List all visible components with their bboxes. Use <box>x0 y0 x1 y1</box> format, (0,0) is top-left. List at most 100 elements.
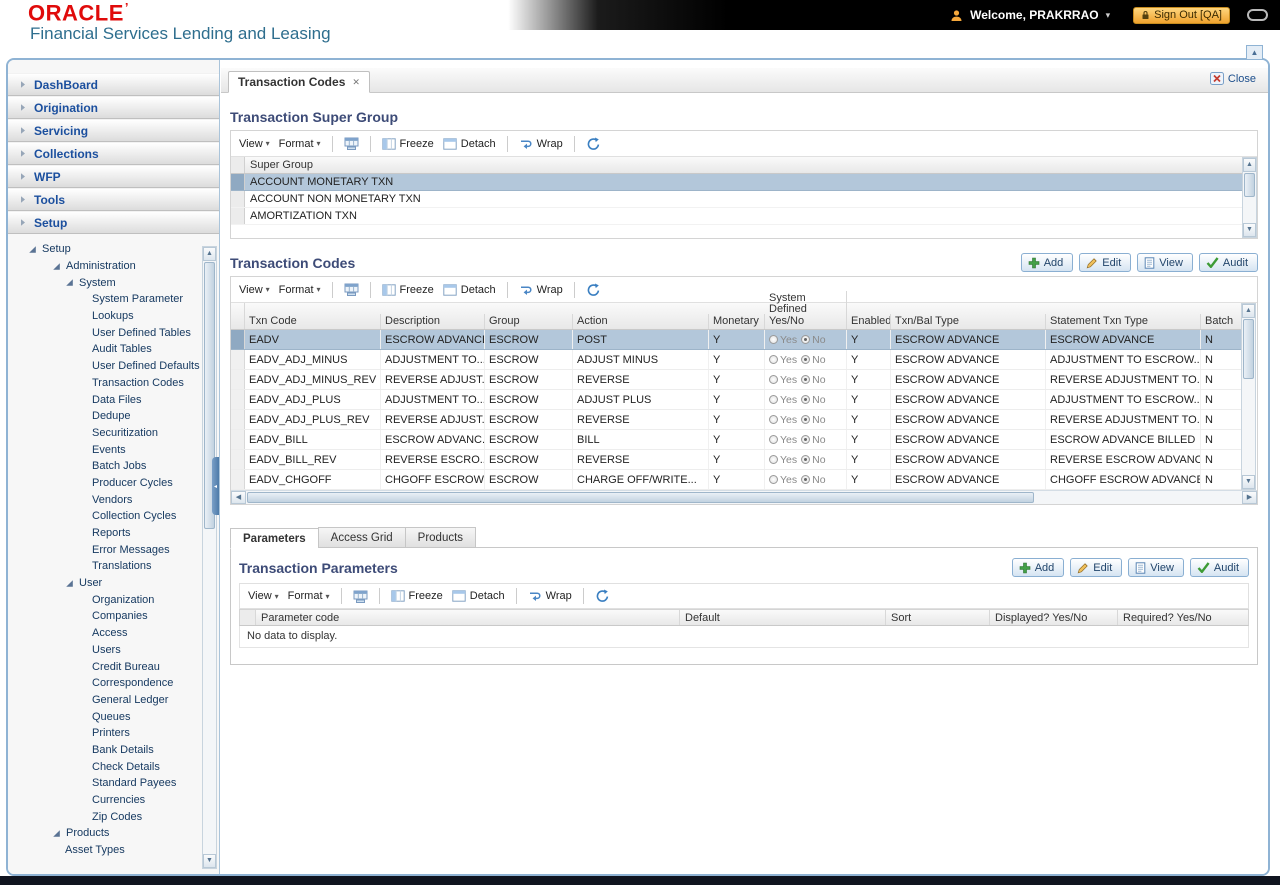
codes-row-eadv-adj-minus[interactable]: EADV_ADJ_MINUS ADJUSTMENT TO... ESCROW ADJU… <box>231 350 1241 370</box>
tab-access-grid[interactable]: Access Grid <box>317 527 405 548</box>
system-defined-no-radio[interactable] <box>801 355 811 364</box>
refresh-button[interactable] <box>595 589 610 603</box>
codes-row-eadv-adj-plus[interactable]: EADV_ADJ_PLUS ADJUSTMENT TO... ESCROW ADJUS… <box>231 390 1241 410</box>
system-defined-yes-radio[interactable] <box>769 475 778 484</box>
params-audit-button[interactable]: Audit <box>1189 558 1249 577</box>
tree-item-lookups[interactable]: Lookups <box>8 308 219 325</box>
tree-item-data-files[interactable]: Data Files <box>8 391 219 408</box>
tree-item-system[interactable]: System <box>8 274 219 291</box>
scroll-track[interactable] <box>1243 172 1256 223</box>
tree-item-setup[interactable]: Setup <box>8 241 219 258</box>
tree-item-asset-types[interactable]: Asset Types <box>8 842 219 859</box>
tree-item-standard-payees[interactable]: Standard Payees <box>8 775 219 792</box>
system-defined-yes-radio[interactable] <box>769 415 778 424</box>
row-selector[interactable] <box>231 390 245 409</box>
row-selector[interactable] <box>231 430 245 449</box>
refresh-button[interactable] <box>586 137 601 151</box>
tab-products[interactable]: Products <box>404 527 477 548</box>
row-selector[interactable] <box>231 470 245 489</box>
codes-row-eadv[interactable]: EADV ESCROW ADVANCE ESCROW POST Y Yes No Y ESCRO… <box>231 330 1241 350</box>
sidebar-item-collections[interactable]: Collections <box>8 142 219 165</box>
system-defined-yes-radio[interactable] <box>769 395 778 404</box>
tree-item-securitization[interactable]: Securitization <box>8 425 219 442</box>
tree-item-vendors[interactable]: Vendors <box>8 491 219 508</box>
scroll-thumb[interactable] <box>247 492 1034 503</box>
scroll-thumb[interactable] <box>1244 173 1255 198</box>
wrap-button[interactable]: Wrap <box>528 590 572 602</box>
freeze-button[interactable]: Freeze <box>381 284 434 296</box>
codes-audit-button[interactable]: Audit <box>1198 253 1258 272</box>
tree-item-transaction-codes[interactable]: Transaction Codes <box>8 375 219 392</box>
export-button[interactable] <box>344 137 359 150</box>
sidebar-item-setup[interactable]: Setup <box>8 211 219 234</box>
scroll-up-button[interactable]: ▲ <box>203 247 216 261</box>
sidebar-item-servicing[interactable]: Servicing <box>8 119 219 142</box>
tree-item-products[interactable]: Products <box>8 825 219 842</box>
row-selector[interactable] <box>231 330 245 349</box>
scroll-up-button[interactable]: ▲ <box>1242 304 1255 318</box>
format-menu-button[interactable]: Format ▾ <box>279 284 321 296</box>
tree-item-check-details[interactable]: Check Details <box>8 758 219 775</box>
tree-item-companies[interactable]: Companies <box>8 608 219 625</box>
row-selector[interactable] <box>231 208 245 224</box>
wrap-button[interactable]: Wrap <box>519 284 563 296</box>
super-group-row-account-non-monetary-txn[interactable]: ACCOUNT NON MONETARY TXN <box>231 191 1242 208</box>
codes-row-eadv-adj-plus-rev[interactable]: EADV_ADJ_PLUS_REV REVERSE ADJUST... ESCROW… <box>231 410 1241 430</box>
super-group-row-amortization-txn[interactable]: AMORTIZATION TXN <box>231 208 1242 225</box>
detach-button[interactable]: Detach <box>443 138 496 150</box>
tree-item-reports[interactable]: Reports <box>8 525 219 542</box>
sidebar-item-wfp[interactable]: WFP <box>8 165 219 188</box>
system-defined-no-radio[interactable] <box>801 375 811 384</box>
tree-item-printers[interactable]: Printers <box>8 725 219 742</box>
tree-item-user-defined-defaults[interactable]: User Defined Defaults <box>8 358 219 375</box>
detach-button[interactable]: Detach <box>452 590 505 602</box>
scroll-track[interactable] <box>203 261 216 854</box>
tree-item-administration[interactable]: Administration <box>8 258 219 275</box>
tree-item-credit-bureau[interactable]: Credit Bureau <box>8 658 219 675</box>
close-button[interactable]: Close <box>1209 72 1256 85</box>
codes-view-button[interactable]: View <box>1137 253 1193 272</box>
row-selector[interactable] <box>231 350 245 369</box>
params-view-button[interactable]: View <box>1128 558 1184 577</box>
system-defined-yes-radio[interactable] <box>769 455 778 464</box>
system-defined-yes-radio[interactable] <box>769 435 778 444</box>
scroll-track[interactable] <box>1242 318 1255 475</box>
system-defined-yes-radio[interactable] <box>769 355 778 364</box>
scroll-down-button[interactable]: ▼ <box>1242 475 1255 489</box>
tree-item-organization[interactable]: Organization <box>8 591 219 608</box>
row-selector[interactable] <box>231 370 245 389</box>
row-selector[interactable] <box>231 174 245 190</box>
row-selector[interactable] <box>231 410 245 429</box>
tree-item-user-defined-tables[interactable]: User Defined Tables <box>8 324 219 341</box>
codes-row-eadv-bill[interactable]: EADV_BILL ESCROW ADVANC... ESCROW BILL Y Yes N… <box>231 430 1241 450</box>
tree-item-audit-tables[interactable]: Audit Tables <box>8 341 219 358</box>
codes-scrollbar[interactable]: ▲ ▼ <box>1241 303 1256 490</box>
tree-item-events[interactable]: Events <box>8 441 219 458</box>
refresh-button[interactable] <box>586 283 601 297</box>
tree-item-error-messages[interactable]: Error Messages <box>8 541 219 558</box>
codes-add-button[interactable]: Add <box>1020 253 1074 272</box>
tree-item-dedupe[interactable]: Dedupe <box>8 408 219 425</box>
system-defined-no-radio[interactable] <box>801 455 811 464</box>
codes-row-eadv-adj-minus-rev[interactable]: EADV_ADJ_MINUS_REV REVERSE ADJUST... ESCRO… <box>231 370 1241 390</box>
view-menu-button[interactable]: View ▾ <box>239 284 270 296</box>
tree-item-users[interactable]: Users <box>8 642 219 659</box>
params-edit-button[interactable]: Edit <box>1070 558 1123 577</box>
tree-item-queues[interactable]: Queues <box>8 708 219 725</box>
row-selector[interactable] <box>231 450 245 469</box>
system-defined-no-radio[interactable] <box>801 475 811 484</box>
codes-row-eadv-chgoff[interactable]: EADV_CHGOFF CHGOFF ESCROW... ESCROW CHARGE … <box>231 470 1241 490</box>
scroll-left-button[interactable]: ◀ <box>231 491 246 504</box>
scroll-down-button[interactable]: ▼ <box>203 854 216 868</box>
system-defined-yes-radio[interactable] <box>769 335 778 344</box>
row-selector[interactable] <box>231 191 245 207</box>
tree-item-currencies[interactable]: Currencies <box>8 792 219 809</box>
export-button[interactable] <box>353 590 368 603</box>
system-defined-no-radio[interactable] <box>801 435 811 444</box>
tab-parameters[interactable]: Parameters <box>230 528 318 549</box>
tab-transaction-codes[interactable]: Transaction Codes ✕ <box>228 71 370 93</box>
tree-item-user[interactable]: User <box>8 575 219 592</box>
sidebar-item-origination[interactable]: Origination <box>8 96 219 119</box>
scroll-down-button[interactable]: ▼ <box>1243 223 1256 237</box>
wrap-button[interactable]: Wrap <box>519 138 563 150</box>
